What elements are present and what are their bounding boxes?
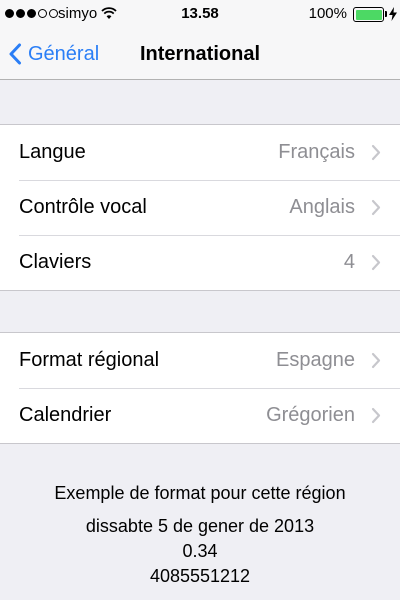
format-example-date: dissabte 5 de gener de 2013 [85, 516, 315, 536]
row-keyboards[interactable]: Claviers 4 [0, 235, 400, 290]
settings-group-region: Format régional Espagne Calendrier Grégo… [0, 332, 400, 444]
chevron-right-icon [371, 254, 381, 271]
row-value: Français [278, 141, 355, 163]
row-label: Claviers [19, 251, 92, 273]
row-value: Anglais [289, 196, 355, 218]
row-voice-control[interactable]: Contrôle vocal Anglais [0, 180, 400, 235]
row-label: Langue [19, 141, 86, 163]
row-language[interactable]: Langue Français [0, 125, 400, 180]
battery-icon [353, 7, 384, 22]
battery-level [355, 9, 382, 20]
format-example-number: 0.34 [182, 541, 218, 561]
row-label: Format régional [19, 349, 160, 371]
back-button[interactable]: Général [8, 28, 99, 80]
format-example-title: Exemple de format pour cette région [54, 483, 346, 503]
chevron-right-icon [371, 144, 381, 161]
row-region-format[interactable]: Format régional Espagne [0, 333, 400, 388]
battery-percent: 100% [308, 5, 347, 22]
back-button-label: Général [28, 42, 100, 65]
chevron-right-icon [371, 199, 381, 216]
row-value: Grégorien [266, 404, 355, 426]
format-example: Exemple de format pour cette région diss… [0, 480, 400, 589]
row-calendar[interactable]: Calendrier Grégorien [0, 388, 400, 443]
chevron-right-icon [371, 352, 381, 369]
row-label: Contrôle vocal [19, 196, 147, 218]
format-example-phone: 4085551212 [149, 566, 251, 586]
navigation-bar: International Général [0, 28, 400, 80]
status-bar: simyo 13.58 100% [0, 0, 400, 28]
chevron-right-icon [371, 407, 381, 424]
charging-bolt-icon [389, 7, 397, 25]
row-value: 4 [343, 251, 355, 273]
battery-cap [385, 11, 387, 17]
row-label: Calendrier [19, 404, 112, 426]
row-value: Espagne [276, 349, 355, 371]
chevron-left-icon [9, 43, 21, 65]
settings-group-language: Langue Français Contrôle vocal Anglais C… [0, 124, 400, 291]
